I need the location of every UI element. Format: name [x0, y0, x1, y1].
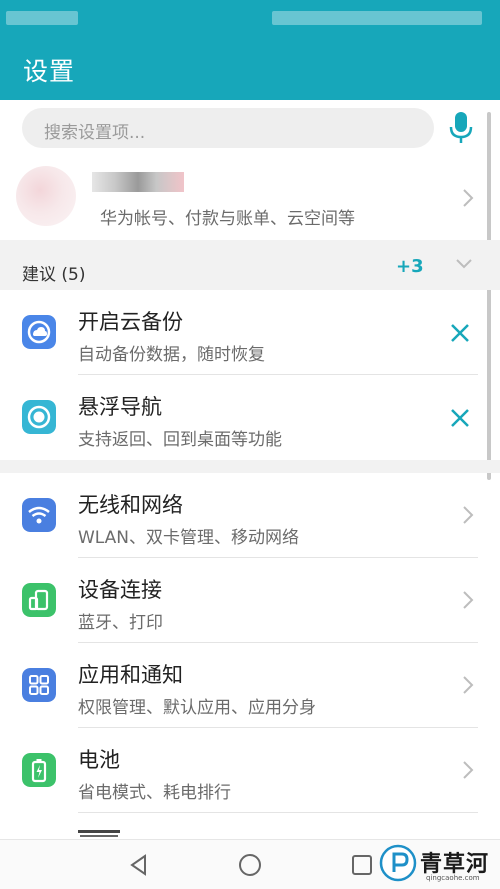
partial-title-glyph — [78, 830, 120, 833]
status-blur-left — [6, 11, 78, 25]
device-connect-icon — [22, 583, 56, 617]
account-subtitle: 华为帐号、付款与账单、云空间等 — [100, 209, 355, 229]
suggestion-floating-navigation[interactable]: 悬浮导航 支持返回、回到桌面等功能 — [0, 375, 500, 460]
settings-item-wireless-networks[interactable]: 无线和网络 WLAN、双卡管理、移动网络 — [0, 473, 500, 558]
account-name-blurred — [92, 172, 184, 192]
recents-icon[interactable] — [349, 852, 375, 878]
chevron-right-icon — [463, 676, 474, 694]
avatar — [16, 166, 76, 226]
back-icon[interactable] — [126, 852, 152, 878]
settings-item-subtitle: WLAN、双卡管理、移动网络 — [78, 528, 300, 548]
chevron-right-icon — [463, 591, 474, 609]
suggestions-title: 建议 (5) — [22, 265, 86, 285]
settings-item-subtitle: 权限管理、默认应用、应用分身 — [78, 698, 316, 718]
suggestion-title: 开启云备份 — [78, 310, 183, 334]
status-blur-right — [272, 11, 482, 25]
page-title: 设置 — [23, 57, 76, 86]
settings-item-title: 无线和网络 — [78, 493, 183, 517]
suggestion-title: 悬浮导航 — [78, 395, 162, 419]
suggestions-header[interactable]: 建议 (5) +3 — [0, 240, 500, 290]
status-bar — [0, 0, 500, 36]
watermark-url: qingcaohe.com — [426, 874, 480, 882]
wifi-icon — [22, 498, 56, 532]
home-icon[interactable] — [237, 852, 263, 878]
settings-item-title: 电池 — [78, 748, 120, 772]
close-icon[interactable] — [449, 407, 471, 429]
search-input[interactable]: 搜索设置项... — [22, 108, 434, 148]
partial-title-glyph — [80, 835, 118, 837]
settings-item-device-connection[interactable]: 设备连接 蓝牙、打印 — [0, 558, 500, 643]
settings-item-subtitle: 省电模式、耗电排行 — [78, 783, 231, 803]
microphone-icon[interactable] — [446, 110, 476, 146]
chevron-right-icon — [463, 189, 474, 207]
search-placeholder: 搜索设置项... — [44, 123, 146, 143]
app-bar: 设置 — [0, 36, 500, 100]
divider — [78, 812, 478, 813]
settings-item-title: 应用和通知 — [78, 663, 183, 687]
close-icon[interactable] — [449, 322, 471, 344]
chevron-right-icon — [463, 761, 474, 779]
section-gap — [0, 460, 500, 473]
cloud-backup-icon — [22, 315, 56, 349]
settings-item-partial[interactable] — [78, 826, 128, 839]
suggestion-cloud-backup[interactable]: 开启云备份 自动备份数据，随时恢复 — [0, 290, 500, 375]
settings-item-title: 设备连接 — [78, 578, 162, 602]
floating-dock-icon — [22, 400, 56, 434]
suggestion-subtitle: 支持返回、回到桌面等功能 — [78, 430, 282, 450]
chevron-right-icon — [463, 506, 474, 524]
settings-item-battery[interactable]: 电池 省电模式、耗电排行 — [0, 728, 500, 813]
battery-icon — [22, 753, 56, 787]
watermark-logo — [379, 844, 417, 882]
suggestion-subtitle: 自动备份数据，随时恢复 — [78, 345, 265, 365]
settings-item-apps-notifications[interactable]: 应用和通知 权限管理、默认应用、应用分身 — [0, 643, 500, 728]
suggestions-more-count[interactable]: +3 — [396, 256, 424, 277]
account-row[interactable]: 华为帐号、付款与账单、云空间等 — [0, 156, 500, 240]
chevron-down-icon[interactable] — [455, 257, 473, 271]
settings-item-subtitle: 蓝牙、打印 — [78, 613, 163, 633]
apps-icon — [22, 668, 56, 702]
